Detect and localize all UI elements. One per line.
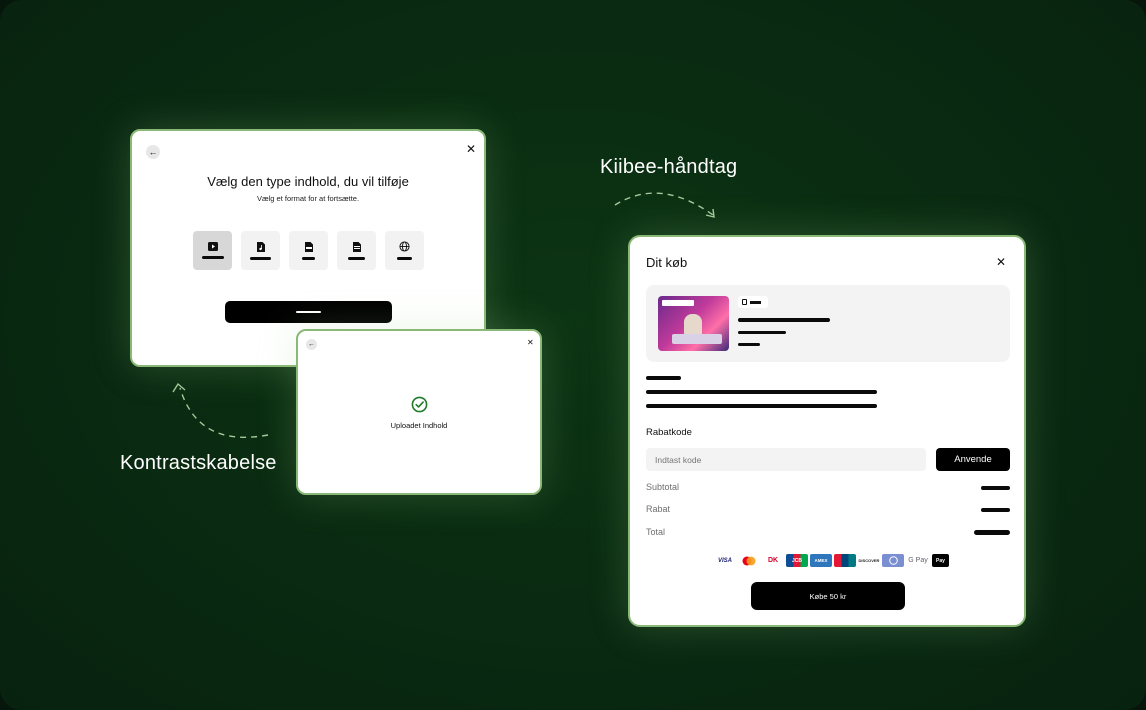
video-icon: [207, 242, 218, 251]
discount-code-input[interactable]: [646, 448, 926, 471]
check-circle-icon: [411, 396, 428, 413]
dashed-arrow-right: [614, 192, 715, 218]
dialog-subtitle: Vælg et format for at fortsætte.: [256, 194, 360, 203]
discount-value-placeholder: [981, 508, 1010, 512]
mastercard-logo: [738, 554, 760, 567]
content-type-chip: [738, 296, 768, 308]
format-label-placeholder: [302, 256, 315, 260]
file-icon: [742, 299, 747, 305]
google-pay-logo: G Pay: [908, 557, 928, 564]
subtotal-label: Subtotal: [646, 482, 680, 492]
document-file-icon: [352, 241, 361, 252]
purchase-dialog: Dit køb ✕ Rabatkode Anvende Subtotal Rab…: [628, 235, 1026, 627]
description-line-placeholder: [646, 390, 877, 394]
payment-methods: VISA DK JCB AMEX DISCOVER G Pay Pay: [714, 554, 949, 567]
back-arrow-icon[interactable]: ←: [306, 339, 317, 350]
close-icon[interactable]: ✕: [466, 142, 476, 156]
format-label-placeholder: [397, 257, 412, 260]
description-line-placeholder: [646, 404, 877, 408]
visa-logo: VISA: [717, 557, 732, 564]
back-arrow-icon[interactable]: ←: [146, 145, 160, 159]
canvas: Kiibee-håndtag Kontrastskabelse ← ✕ Vælg…: [0, 0, 1146, 710]
thumbnail-person: [684, 314, 702, 336]
thumbnail-desk: [672, 334, 722, 344]
dialog-title: Vælg den type indhold, du vil tilføje: [207, 174, 409, 189]
audio-file-icon: [256, 241, 265, 252]
chip-label-placeholder: [750, 300, 761, 304]
product-price-placeholder: [738, 343, 760, 346]
button-label-placeholder: [296, 310, 321, 314]
discover-logo: DISCOVER: [858, 558, 880, 563]
annotation-kiibee-handle: Kiibee-håndtag: [600, 156, 738, 178]
unionpay-logo: [834, 554, 856, 567]
dashed-arrow-up: [172, 382, 269, 439]
amex-logo: AMEX: [810, 554, 832, 567]
format-tile-web[interactable]: [385, 231, 424, 270]
apply-discount-button[interactable]: Anvende: [936, 448, 1010, 471]
thumbnail-badge: [662, 300, 694, 306]
format-tile-document[interactable]: [337, 231, 376, 270]
format-tile-video[interactable]: [193, 231, 232, 270]
product-title-placeholder: [738, 318, 830, 322]
format-tile-pdf[interactable]: [289, 231, 328, 270]
apple-pay-logo: Pay: [932, 554, 949, 567]
globe-icon: [399, 241, 410, 252]
dankort-logo: DK: [767, 557, 779, 564]
continue-button[interactable]: [225, 301, 392, 323]
format-label-placeholder: [348, 256, 365, 260]
format-label-placeholder: [201, 256, 224, 259]
product-card: [646, 285, 1010, 362]
buy-button[interactable]: Købe 50 kr: [751, 582, 905, 610]
close-icon[interactable]: ✕: [527, 338, 534, 347]
product-meta-placeholder: [738, 331, 786, 334]
discount-row-label: Rabat: [646, 504, 671, 514]
total-label: Total: [646, 527, 666, 537]
format-tile-audio[interactable]: [241, 231, 280, 270]
jcb-logo: JCB: [786, 554, 808, 567]
pdf-file-icon: [304, 241, 313, 252]
discount-label: Rabatkode: [646, 427, 692, 438]
format-label-placeholder: [250, 256, 271, 260]
close-icon[interactable]: ✕: [996, 255, 1006, 269]
product-thumbnail: [658, 296, 729, 351]
upload-success-dialog: ← ✕ Uploadet Indhold: [296, 329, 542, 495]
annotation-contrast-creation: Kontrastskabelse: [120, 452, 277, 474]
subtotal-value-placeholder: [981, 486, 1010, 490]
total-value-placeholder: [974, 530, 1010, 535]
section-heading-placeholder: [646, 376, 681, 380]
diners-logo: [882, 554, 904, 567]
purchase-title: Dit køb: [646, 255, 688, 270]
upload-status-text: Uploadet Indhold: [390, 421, 448, 430]
